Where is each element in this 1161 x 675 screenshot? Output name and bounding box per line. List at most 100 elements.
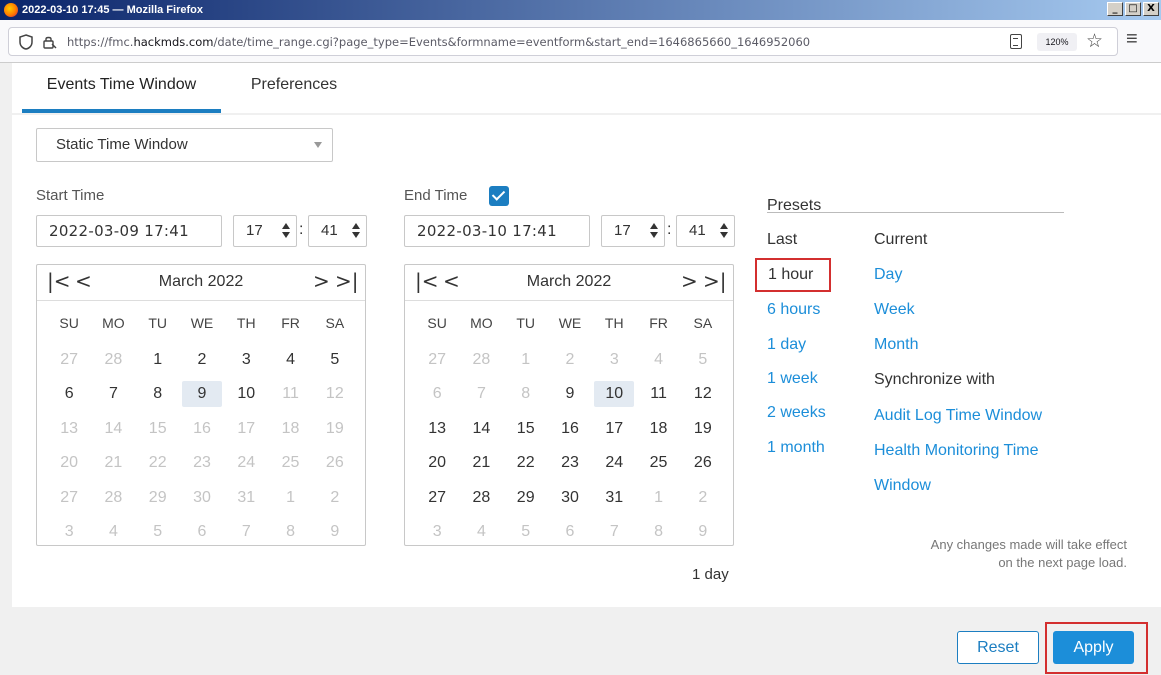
calendar-day[interactable]: 3 [224, 346, 268, 381]
tab-events-time-window[interactable]: Events Time Window [22, 63, 221, 113]
start-datetime-input[interactable]: 2022-03-09 17:41 [36, 215, 222, 247]
reader-view-icon[interactable] [1010, 34, 1022, 49]
calendar-week-row: 20 21 22 23 24 25 26 [47, 449, 357, 484]
calendar-day[interactable]: 2 [180, 346, 224, 381]
end-datetime-input[interactable]: 2022-03-10 17:41 [404, 215, 590, 247]
sync-health-monitoring-link-cont[interactable]: Window [874, 477, 931, 495]
reset-button[interactable]: Reset [957, 631, 1039, 664]
calendar-day-selected[interactable]: 10 [592, 380, 636, 415]
calendar-day-number: 15 [516, 419, 535, 437]
end-time-checkbox[interactable] [489, 186, 509, 206]
calendar-day-number: 5 [521, 523, 531, 540]
tab-content: Static Time Window Start Time 2022-03-09… [12, 115, 1161, 607]
calendar-day-number: 11 [282, 385, 299, 402]
next-month-button[interactable]: > [681, 269, 698, 293]
calendar-day[interactable]: 27 [415, 484, 459, 519]
sync-health-monitoring-link[interactable]: Health Monitoring Time [874, 442, 1039, 460]
calendar-day[interactable]: 7 [91, 380, 135, 415]
calendar-day: 28 [459, 346, 503, 381]
stepper-arrows-icon[interactable] [649, 223, 659, 239]
calendar-day[interactable]: 19 [681, 415, 725, 450]
calendar-day[interactable]: 20 [415, 449, 459, 484]
calendar-day-selected[interactable]: 9 [180, 380, 224, 415]
bookmark-star-icon[interactable]: ☆ [1086, 30, 1103, 53]
tab-preferences[interactable]: Preferences [240, 63, 348, 113]
calendar-grid: SU MO TU WE TH FR SA 27 28 1 2 3 4 5 6 7 8 9 10 11 12 13 14 15 1… [415, 311, 725, 553]
close-button[interactable]: X [1143, 2, 1159, 16]
calendar-day[interactable]: 9 [548, 380, 592, 415]
tracking-shield-icon[interactable] [19, 33, 33, 50]
preset-6-hours[interactable]: 6 hours [767, 301, 820, 319]
calendar-day[interactable]: 11 [636, 380, 680, 415]
stepper-arrows-icon[interactable] [719, 223, 729, 239]
calendar-week-row: 3 4 5 6 7 8 9 [415, 518, 725, 553]
calendar-day-number: 16 [193, 419, 211, 437]
calendar-day[interactable]: 22 [504, 449, 548, 484]
zoom-level-badge[interactable]: 120% [1037, 33, 1077, 51]
lock-icon[interactable] [41, 34, 57, 50]
calendar-day[interactable]: 5 [313, 346, 357, 381]
calendar-day[interactable]: 1 [136, 346, 180, 381]
calendar-day-number: 28 [104, 488, 123, 506]
apply-button[interactable]: Apply [1053, 631, 1134, 664]
calendar-day[interactable]: 23 [548, 449, 592, 484]
calendar-day[interactable]: 13 [415, 415, 459, 450]
calendar-day-number: 28 [472, 350, 491, 368]
calendar-day: 26 [313, 449, 357, 484]
calendar-day[interactable]: 24 [592, 449, 636, 484]
calendar-day[interactable]: 31 [592, 484, 636, 519]
time-window-type-value: Static Time Window [56, 136, 188, 153]
calendar-day[interactable]: 6 [47, 380, 91, 415]
stepper-arrows-icon[interactable] [351, 223, 361, 239]
time-window-type-select[interactable]: Static Time Window [36, 128, 333, 162]
calendar-day[interactable]: 17 [592, 415, 636, 450]
calendar-day[interactable]: 18 [636, 415, 680, 450]
url-text[interactable]: https://fmc.hackmds.com/date/time_range.… [67, 35, 810, 49]
stepper-arrows-icon[interactable] [281, 223, 291, 239]
preset-2-weeks[interactable]: 2 weeks [767, 404, 826, 422]
start-minute-stepper[interactable]: 41 [308, 215, 367, 247]
calendar-day-number: 5 [698, 350, 708, 368]
calendar-day[interactable]: 28 [459, 484, 503, 519]
sync-audit-log-link[interactable]: Audit Log Time Window [874, 407, 1042, 425]
calendar-day: 13 [47, 415, 91, 450]
maximize-button[interactable]: □ [1125, 2, 1141, 16]
calendar-day-number: 19 [325, 419, 344, 437]
preset-current-month[interactable]: Month [874, 336, 918, 354]
calendar-day[interactable]: 10 [224, 380, 268, 415]
url-bar[interactable]: https://fmc.hackmds.com/date/time_range.… [8, 27, 1118, 56]
minimize-button[interactable]: _ [1107, 2, 1123, 16]
calendar-day[interactable]: 14 [459, 415, 503, 450]
calendar-day-number: 18 [649, 419, 668, 437]
weekday-label: WE [558, 315, 582, 331]
end-minute-stepper[interactable]: 41 [676, 215, 735, 247]
next-month-button[interactable]: > [313, 269, 330, 293]
preset-current-day[interactable]: Day [874, 266, 902, 284]
calendar-day[interactable]: 21 [459, 449, 503, 484]
calendar-day[interactable]: 30 [548, 484, 592, 519]
end-hour-stepper[interactable]: 17 [601, 215, 665, 247]
preset-1-month[interactable]: 1 month [767, 439, 825, 457]
time-separator: : [667, 221, 672, 238]
calendar-day[interactable]: 8 [136, 380, 180, 415]
hamburger-menu-icon[interactable]: ≡ [1126, 28, 1138, 51]
calendar-day: 18 [268, 415, 312, 450]
start-hour-stepper[interactable]: 17 [233, 215, 297, 247]
preset-1-day[interactable]: 1 day [767, 336, 806, 354]
calendar-day[interactable]: 12 [681, 380, 725, 415]
preset-1-week[interactable]: 1 week [767, 370, 818, 388]
calendar-day[interactable]: 25 [636, 449, 680, 484]
last-month-button[interactable]: >| [703, 269, 727, 293]
end-time-label: End Time [404, 187, 468, 204]
weekday-label: TU [516, 315, 536, 331]
calendar-day[interactable]: 16 [548, 415, 592, 450]
calendar-day[interactable]: 26 [681, 449, 725, 484]
start-minute-value: 41 [321, 222, 338, 239]
calendar-day[interactable]: 4 [268, 346, 312, 381]
calendar-day: 28 [91, 346, 135, 381]
calendar-day[interactable]: 15 [504, 415, 548, 450]
last-month-button[interactable]: >| [335, 269, 359, 293]
preset-current-week[interactable]: Week [874, 301, 915, 319]
calendar-day[interactable]: 29 [504, 484, 548, 519]
calendar-day-number: 5 [153, 523, 163, 540]
